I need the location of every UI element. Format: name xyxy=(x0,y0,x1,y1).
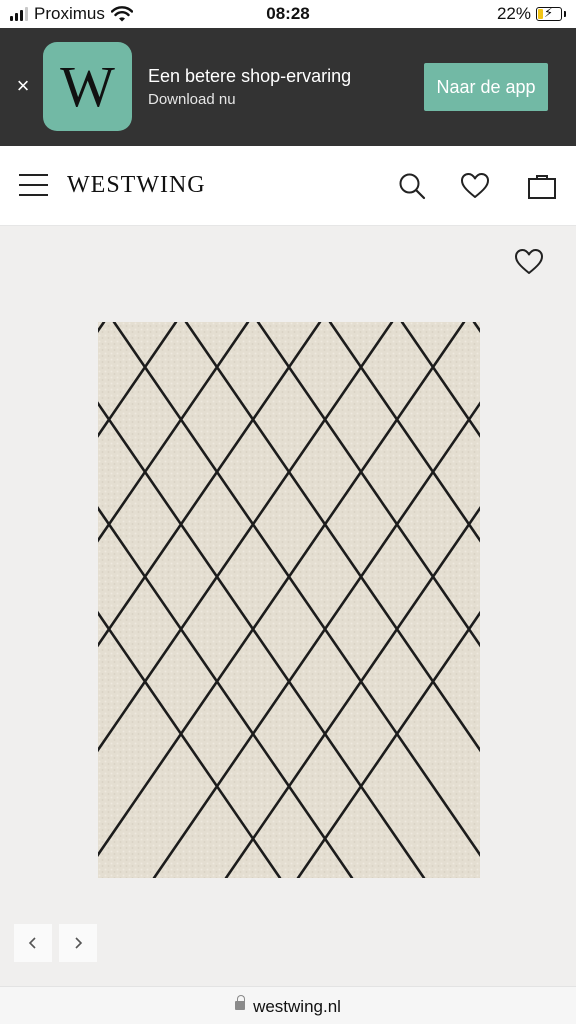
site-header: WESTWING xyxy=(0,146,576,226)
wishlist-button[interactable] xyxy=(459,170,491,202)
battery-icon: ⚡ xyxy=(536,5,562,21)
open-app-button[interactable]: Naar de app xyxy=(424,63,548,111)
menu-button[interactable] xyxy=(19,174,48,196)
battery-tip xyxy=(564,11,566,17)
close-banner-button[interactable]: × xyxy=(10,73,36,99)
cart-button[interactable] xyxy=(526,170,558,202)
url-text: westwing.nl xyxy=(253,997,341,1016)
chevron-left-icon xyxy=(28,937,36,949)
brand-logo[interactable]: WESTWING xyxy=(67,172,206,199)
browser-url-bar[interactable]: westwing.nl xyxy=(0,986,576,1024)
carousel-prev-button[interactable] xyxy=(14,924,52,962)
url-display[interactable]: westwing.nl xyxy=(0,995,576,1017)
close-icon: × xyxy=(16,73,30,98)
banner-subtitle: Download nu xyxy=(148,91,236,108)
app-logo: W xyxy=(43,42,132,131)
heart-outline-icon xyxy=(515,249,543,274)
lock-icon xyxy=(235,995,246,1011)
product-gallery xyxy=(0,226,576,986)
bag-icon xyxy=(528,175,556,199)
app-logo-letter: W xyxy=(60,54,115,119)
battery-percent: 22% xyxy=(496,4,531,23)
search-button[interactable] xyxy=(396,170,428,202)
banner-title: Een betere shop-ervaring xyxy=(148,66,352,86)
battery-group: 22% ⚡ xyxy=(497,4,566,24)
clock: 08:28 xyxy=(266,4,310,23)
carousel-next-button[interactable] xyxy=(59,924,97,962)
chevron-right-icon xyxy=(75,937,83,949)
app-banner: × W Een betere shop-ervaring Download nu… xyxy=(0,28,576,146)
heart-icon xyxy=(461,173,489,198)
status-bar: Proximus 08:28 22% ⚡ xyxy=(0,0,576,28)
product-image-rug[interactable] xyxy=(98,322,480,878)
search-icon xyxy=(399,173,426,200)
add-to-wishlist-button[interactable] xyxy=(513,246,545,278)
